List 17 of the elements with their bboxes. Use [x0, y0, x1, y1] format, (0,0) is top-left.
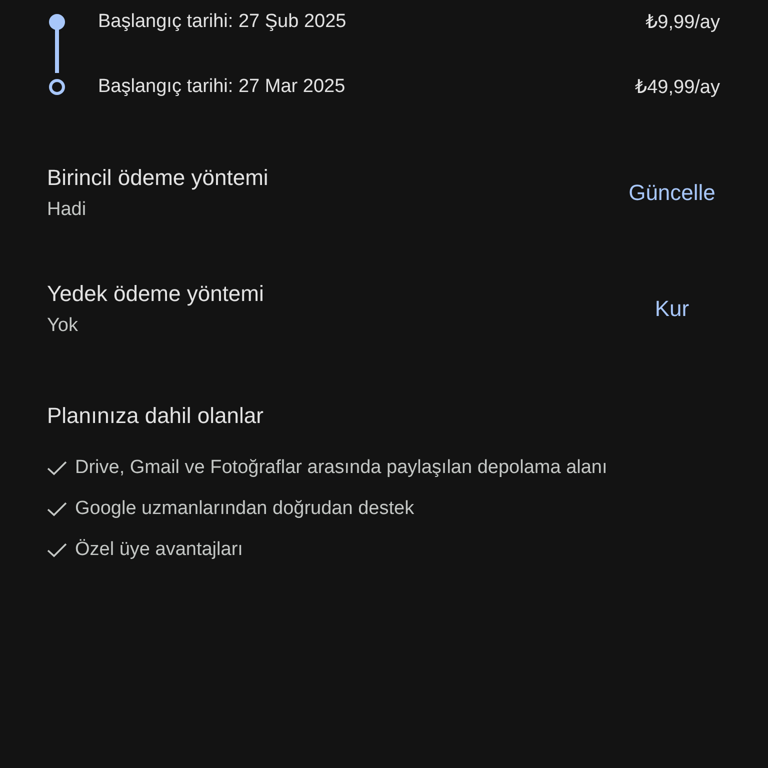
action-link[interactable]: Güncelle [616, 174, 728, 212]
feature-text: Özel üye avantajları [75, 538, 243, 560]
payment-method-value: Hadi [47, 199, 88, 221]
check-icon [47, 500, 67, 516]
section-title: Birincil ödeme yöntemi [47, 165, 270, 191]
action-link[interactable]: Kur [616, 290, 728, 328]
start-date-text: Başlangıç tarihi: 27 Mar 2025 [98, 76, 346, 98]
feature-text: Drive, Gmail ve Fotoğraflar arasında paylaşılan depolama alanı [75, 456, 608, 478]
feature-text: Google uzmanlarından doğrudan destek [75, 498, 414, 520]
price-text: ₺49,99/ay [635, 76, 720, 98]
check-icon [47, 460, 67, 476]
payment-method-value: Yok [47, 315, 79, 337]
section-title: Planınıza dahil olanlar [47, 403, 264, 429]
start-date-text: Başlangıç tarihi: 27 Şub 2025 [98, 11, 348, 33]
section-title: Yedek ödeme yöntemi [47, 281, 265, 307]
check-icon [47, 542, 67, 558]
price-text: ₺9,99/ay [646, 10, 720, 34]
